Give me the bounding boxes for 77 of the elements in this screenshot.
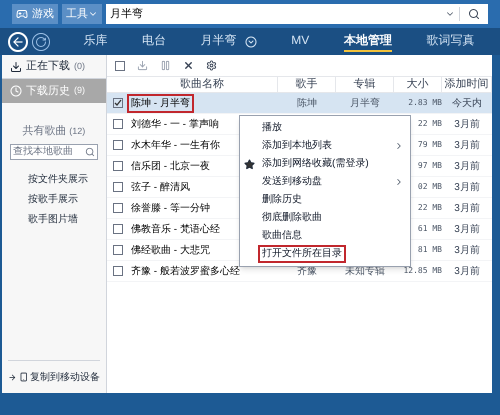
row-checkbox[interactable] — [113, 224, 123, 234]
view-option[interactable]: 按文件夹展示 — [28, 172, 106, 186]
song-title: 佛教音乐 - 梵语心经 — [130, 222, 221, 236]
table-cell: 12.85 MB — [403, 265, 442, 277]
download-icon — [10, 60, 22, 72]
menu-item[interactable]: 打开文件所在目录 — [258, 245, 346, 263]
table-row[interactable]: 陈坤 - 月半弯 陈坤 月半弯 2.83 MB 今天内 — [107, 93, 492, 114]
dropdown-icon[interactable] — [244, 36, 257, 48]
row-checkbox[interactable] — [113, 140, 123, 150]
table-cell-text: 3月前 — [454, 222, 480, 236]
table-cell-text: 3月前 — [454, 202, 480, 216]
menu-item[interactable]: 删除历史 — [258, 191, 306, 209]
menu-item[interactable]: 添加到网络收藏(需登录) — [258, 155, 373, 173]
menu-item[interactable]: 添加到本地列表 — [258, 137, 336, 155]
song-title: 信乐团 - 北京一夜 — [130, 160, 211, 174]
row-checkbox[interactable] — [113, 245, 123, 255]
table-cell-text: 3月前 — [454, 118, 480, 132]
nav-tab[interactable]: 乐库 — [83, 31, 108, 52]
table-cell: 2.83 MB — [408, 97, 442, 109]
table-cell: 79 MB — [418, 139, 442, 151]
total-songs-label: 共有歌曲 (12) — [22, 125, 86, 137]
table-cell-text: 3月前 — [454, 180, 480, 194]
row-checkbox[interactable] — [113, 182, 123, 192]
download-icon[interactable] — [137, 60, 148, 71]
clock-icon — [10, 85, 22, 97]
table-cell: 22 MB — [418, 202, 442, 214]
table-cell-text: 陈坤 — [297, 96, 317, 110]
table-cell: 22 MB — [418, 118, 442, 130]
row-checkbox[interactable] — [113, 203, 123, 213]
nav-tab[interactable]: 月半弯 — [200, 31, 237, 52]
row-checkbox[interactable] — [113, 266, 123, 276]
row-checkbox[interactable] — [113, 119, 123, 129]
refresh-button[interactable] — [32, 32, 50, 50]
delete-icon[interactable] — [183, 60, 194, 71]
table-cell: 61 MB — [418, 223, 442, 235]
menu-item[interactable]: 播放 — [258, 119, 286, 137]
song-title: 佛经歌曲 - 大悲咒 — [130, 244, 211, 258]
nav-tab[interactable]: MV — [291, 31, 310, 52]
row-checkbox[interactable] — [113, 161, 123, 171]
table-cell: 81 MB — [418, 244, 442, 256]
back-button[interactable] — [8, 32, 28, 52]
phone-icon — [18, 372, 28, 382]
nav-tab[interactable]: 电台 — [142, 31, 166, 52]
table-cell-text: 3月前 — [454, 244, 480, 258]
nav-tab[interactable]: 本地管理 — [344, 31, 392, 52]
settings-icon[interactable] — [206, 60, 217, 71]
gamepad-icon — [16, 8, 28, 20]
copy-to-device-button[interactable]: 复制到移动设备 — [2, 361, 106, 393]
nav-tab[interactable]: 歌词写真 — [426, 31, 475, 52]
arrow-icon — [8, 372, 17, 382]
song-title: 水木年华 - 一生有你 — [130, 138, 221, 152]
table-cell-text: 3月前 — [454, 160, 480, 174]
local-search-field[interactable]: 查找本地歌曲 — [11, 144, 85, 159]
table-cell: 97 MB — [418, 160, 442, 172]
check-icon — [114, 99, 122, 107]
row-checkbox[interactable] — [113, 98, 123, 108]
table-cell-text: 月半弯 — [350, 96, 380, 110]
select-all-checkbox[interactable] — [115, 60, 125, 70]
search-icon[interactable] — [468, 8, 480, 20]
pause-icon[interactable] — [160, 60, 171, 71]
menu-item[interactable]: 彻底删除歌曲 — [258, 209, 326, 227]
song-title: 齐豫 - 般若波罗蜜多心经 — [130, 264, 241, 278]
search-bar[interactable]: 月半弯 — [106, 4, 488, 24]
search-icon — [85, 146, 95, 156]
table-cell: 02 MB — [418, 181, 442, 193]
song-title: 徐誉滕 - 等一分钟 — [130, 202, 211, 216]
view-option[interactable]: 按歌手展示 — [28, 192, 106, 206]
song-title: 弦子 - 醉清风 — [130, 180, 191, 194]
song-title: 陈坤 - 月半弯 — [127, 94, 194, 112]
search-field[interactable]: 月半弯 — [106, 6, 441, 22]
star-icon — [244, 158, 255, 170]
table-cell-text: 3月前 — [454, 138, 480, 152]
table-cell-text: 3月前 — [454, 264, 480, 278]
song-title: 刘德华 - 一 - 掌声响 — [130, 118, 220, 132]
local-search-bar[interactable]: 查找本地歌曲 — [10, 144, 98, 160]
table-cell-text: 今天内 — [452, 96, 482, 110]
view-option[interactable]: 歌手图片墙 — [28, 212, 106, 226]
